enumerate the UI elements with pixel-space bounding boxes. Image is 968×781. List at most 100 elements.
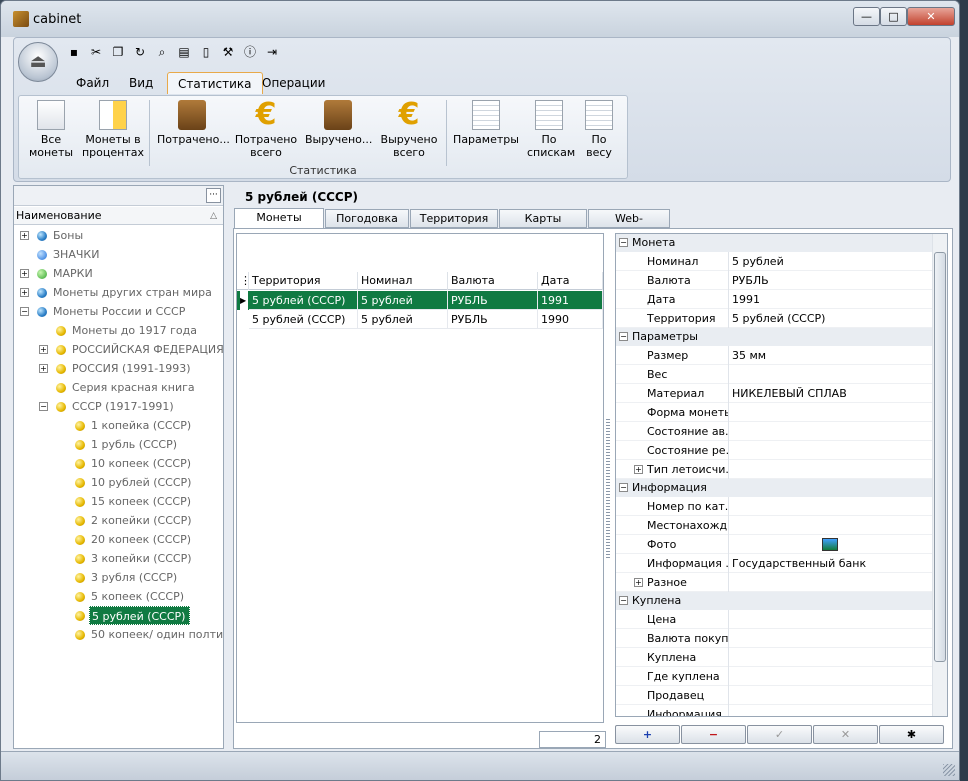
property-value[interactable]: Государственный банк: [732, 554, 930, 573]
property-row[interactable]: Валюта РУБЛЬ: [616, 271, 932, 290]
remove-button[interactable]: −: [681, 725, 746, 744]
spent-total-button[interactable]: € Потрачено всего: [233, 100, 299, 162]
vertical-scrollbar[interactable]: [932, 234, 947, 716]
property-value[interactable]: [732, 610, 930, 629]
tree-node[interactable]: СССР (1917-1991): [70, 397, 178, 416]
tab-file[interactable]: Файл: [66, 72, 119, 94]
cut-icon[interactable]: ✂: [88, 44, 104, 60]
tree-node[interactable]: 1 копейка (СССР): [89, 416, 195, 435]
tree-node[interactable]: Монеты до 1917 года: [70, 321, 201, 340]
property-value[interactable]: 1991: [732, 290, 930, 309]
table-cell[interactable]: РУБЛЬ: [448, 310, 538, 329]
tree-node[interactable]: Боны: [51, 226, 87, 245]
property-row[interactable]: Номинал 5 рублей: [616, 252, 932, 271]
property-row[interactable]: Форма монеты: [616, 403, 932, 422]
tree-node[interactable]: 10 рублей (СССР): [89, 473, 195, 492]
tree-node[interactable]: 20 копеек (СССР): [89, 530, 195, 549]
collapse-icon[interactable]: −: [39, 402, 48, 411]
more-button[interactable]: ···: [206, 188, 221, 203]
property-value[interactable]: [732, 705, 930, 716]
by-weight-button[interactable]: По весу: [579, 100, 619, 162]
property-row[interactable]: Вес: [616, 365, 932, 384]
expand-icon[interactable]: +: [20, 288, 29, 297]
property-value[interactable]: РУБЛЬ: [732, 271, 930, 290]
property-category[interactable]: − Монета: [616, 234, 932, 252]
property-row[interactable]: Цена: [616, 610, 932, 629]
property-value[interactable]: [732, 667, 930, 686]
table-row[interactable]: ▶ 5 рублей (СССР) 5 рублей РУБЛЬ 1991: [237, 291, 603, 310]
property-row[interactable]: Фото: [616, 535, 932, 554]
column-header-nominal[interactable]: Номинал: [358, 272, 448, 290]
tab-view[interactable]: Вид: [119, 72, 163, 94]
search-icon[interactable]: ⌕: [154, 44, 170, 60]
property-row[interactable]: Где куплена: [616, 667, 932, 686]
collapse-icon[interactable]: −: [619, 238, 628, 247]
tree-node[interactable]: 1 рубль (СССР): [89, 435, 181, 454]
tab-statistics[interactable]: Статистика: [167, 72, 263, 94]
tree-node[interactable]: Монеты других стран мира: [51, 283, 216, 302]
tree-node[interactable]: МАРКИ: [51, 264, 97, 283]
table-row[interactable]: 5 рублей (СССР) 5 рублей РУБЛЬ 1990: [237, 310, 603, 329]
copy-icon[interactable]: ❐: [110, 44, 126, 60]
apply-button[interactable]: ✓: [747, 725, 812, 744]
export-icon[interactable]: ▤: [176, 44, 192, 60]
property-row[interactable]: + Тип летоисчи...: [616, 460, 932, 479]
tools-icon[interactable]: ⚒: [220, 44, 236, 60]
parameters-button[interactable]: Параметры: [452, 100, 520, 162]
property-value[interactable]: 35 мм: [732, 346, 930, 365]
table-cell[interactable]: 5 рублей: [358, 310, 448, 329]
tree-column-header[interactable]: Наименование △: [14, 207, 223, 225]
tab-maps[interactable]: Карты: [499, 209, 587, 228]
tab-coins[interactable]: Монеты: [234, 208, 324, 229]
property-value[interactable]: 5 рублей: [732, 252, 930, 271]
tab-operations[interactable]: Операции: [252, 72, 335, 94]
property-row[interactable]: Размер 35 мм: [616, 346, 932, 365]
property-value[interactable]: [732, 365, 930, 384]
new-document-icon[interactable]: ▯: [198, 44, 214, 60]
property-row[interactable]: Дата 1991: [616, 290, 932, 309]
property-value[interactable]: [732, 516, 930, 535]
info-icon[interactable]: ⓘ: [242, 44, 258, 60]
tree-node[interactable]: 15 копеек (СССР): [89, 492, 195, 511]
property-row[interactable]: + Разное: [616, 573, 932, 592]
tree-node[interactable]: 2 копейки (СССР): [89, 511, 196, 530]
collapse-icon[interactable]: −: [619, 332, 628, 341]
add-button[interactable]: +: [615, 725, 680, 744]
property-value[interactable]: [732, 497, 930, 516]
refresh-icon[interactable]: ↻: [132, 44, 148, 60]
collapse-icon[interactable]: −: [619, 483, 628, 492]
expand-icon[interactable]: +: [20, 269, 29, 278]
expand-icon[interactable]: +: [634, 465, 643, 474]
tab-by-year[interactable]: Погодовка: [325, 209, 409, 228]
app-menu-button[interactable]: ⏏: [18, 42, 58, 82]
property-value[interactable]: [732, 648, 930, 667]
property-value[interactable]: НИКЕЛЕВЫЙ СПЛАВ: [732, 384, 930, 403]
property-row[interactable]: Информация ... Государственный банк: [616, 554, 932, 573]
by-lists-button[interactable]: По спискам: [527, 100, 575, 162]
collapse-icon[interactable]: −: [20, 307, 29, 316]
property-category[interactable]: − Информация: [616, 479, 932, 497]
property-row[interactable]: Местонахожд...: [616, 516, 932, 535]
settings-button[interactable]: ✱: [879, 725, 944, 744]
property-category[interactable]: − Параметры: [616, 328, 932, 346]
table-cell[interactable]: 5 рублей: [358, 291, 448, 310]
tree-node[interactable]: РОССИЙСКАЯ ФЕДЕРАЦИЯ...: [70, 340, 223, 359]
tree-node[interactable]: 10 копеек (СССР): [89, 454, 195, 473]
tree-node[interactable]: РОССИЯ (1991-1993): [70, 359, 195, 378]
tab-territory[interactable]: Территория: [410, 209, 498, 228]
property-row[interactable]: Куплена: [616, 648, 932, 667]
tree-node[interactable]: 5 копеек (СССР): [89, 587, 188, 606]
resize-grip-icon[interactable]: [943, 764, 955, 776]
expand-icon[interactable]: +: [39, 345, 48, 354]
property-value[interactable]: [732, 629, 930, 648]
close-button[interactable]: ✕: [907, 7, 955, 26]
property-value[interactable]: [732, 573, 930, 592]
property-value[interactable]: [732, 460, 930, 479]
property-row[interactable]: Информация: [616, 705, 932, 716]
scrollbar-thumb[interactable]: [934, 252, 946, 662]
exit-icon[interactable]: ⇥: [264, 44, 280, 60]
tab-web-pages[interactable]: Web-страницы: [588, 209, 670, 243]
tree-node[interactable]: 3 рубля (СССР): [89, 568, 181, 587]
expand-icon[interactable]: +: [20, 231, 29, 240]
tree-node[interactable]: 3 копейки (СССР): [89, 549, 196, 568]
